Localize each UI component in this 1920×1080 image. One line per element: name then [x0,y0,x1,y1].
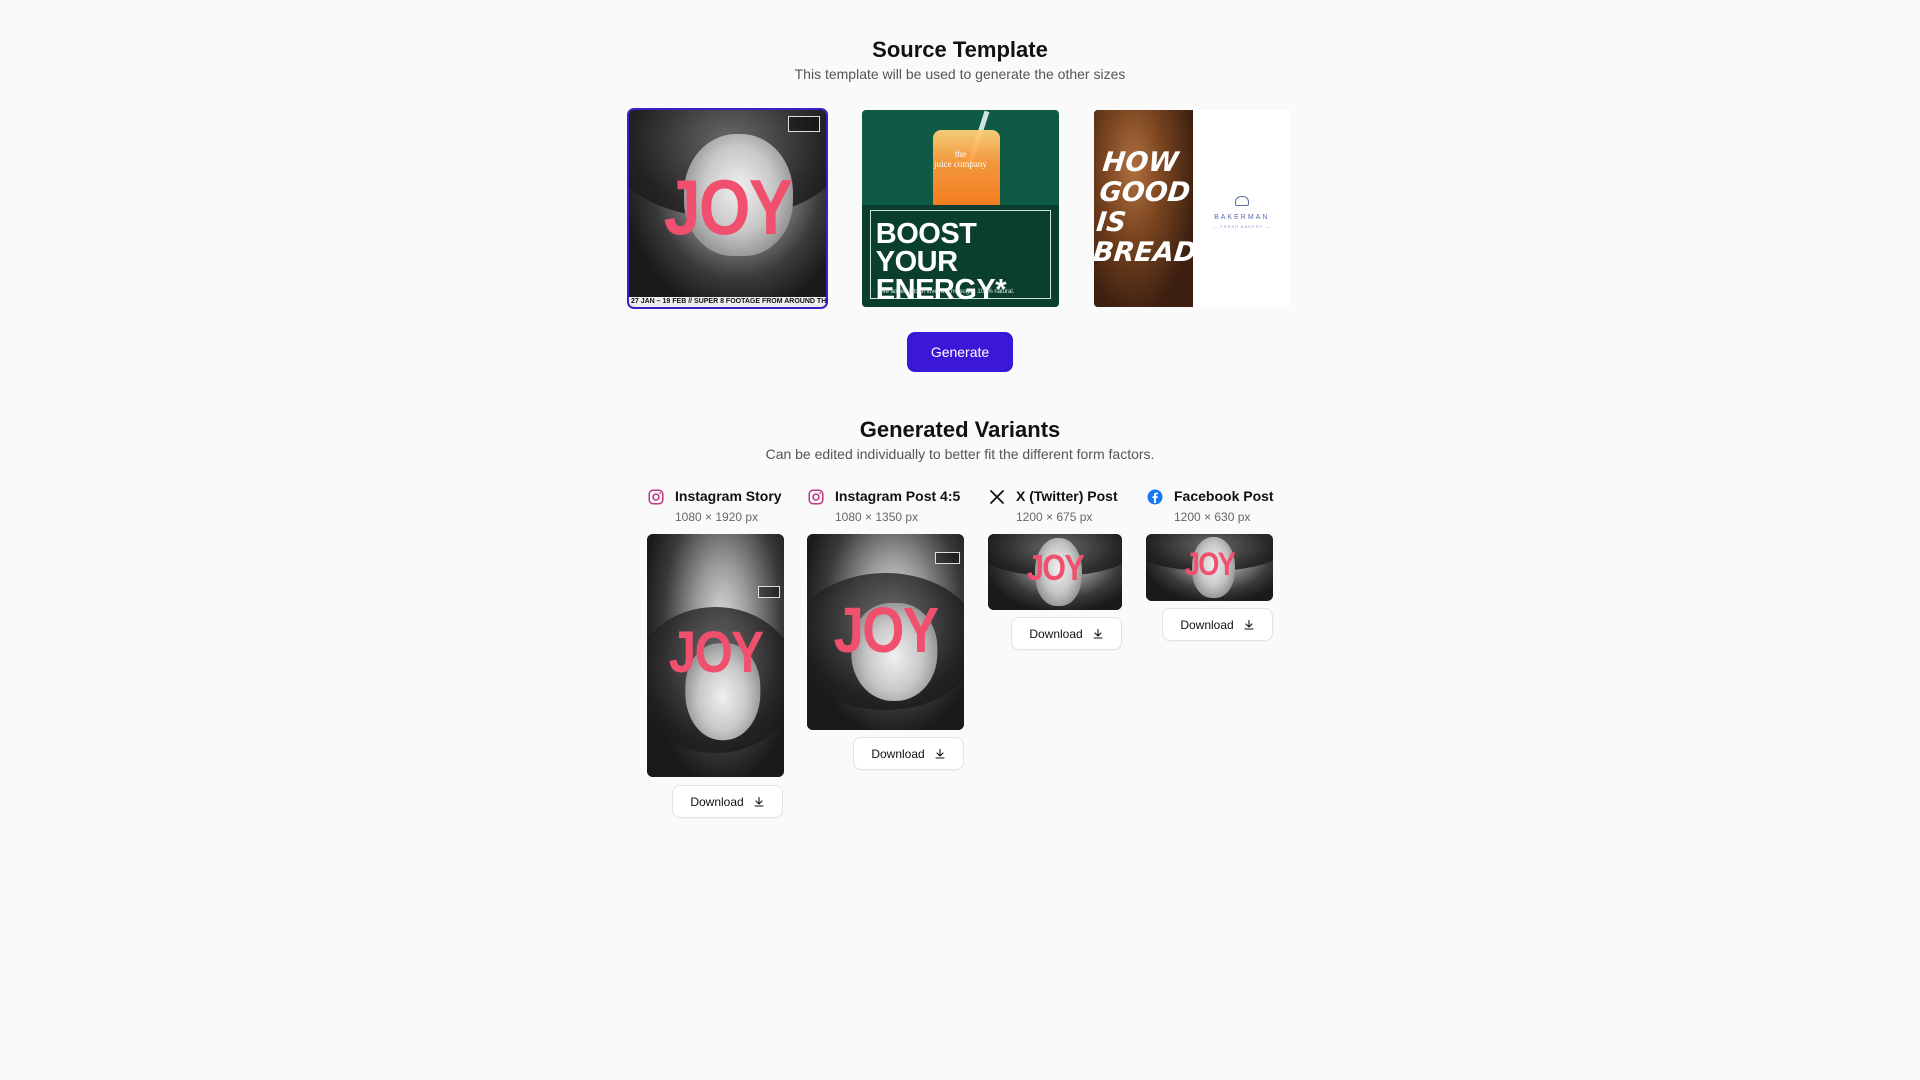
source-template-title: Source Template [872,37,1048,62]
source-template-subtitle: This template will be used to generate t… [794,66,1126,82]
juice-fine-print: *We added lots of love, but no sugar. 10… [877,289,1015,296]
download-label: Download [1029,626,1083,641]
template-juice-image: the juice company BOOST YOUR ENERGY* *We… [862,110,1059,307]
variant-preview[interactable]: JOY [988,534,1122,610]
joy-wordmark: JOY [1184,546,1236,582]
variant-size: 1080 × 1920 px [675,510,759,524]
download-icon [1244,619,1254,630]
bread-brand-panel: BAKERMAN — FRESH BAKERY — [1192,110,1291,307]
variant-x-post: X (Twitter) Post 1200 × 675 px JOY Downl… [988,488,1128,650]
download-label: Download [871,746,925,761]
joy-wordmark: JOY [663,163,793,251]
variant-preview[interactable]: JOY [807,534,964,730]
download-icon [754,796,764,807]
download-label: Download [1180,617,1234,632]
download-button[interactable]: Download [1011,617,1122,650]
variant-instagram-post: Instagram Post 4:5 1080 × 1350 px JOY Do… [807,488,967,788]
template-bread-image: HOW GOOD IS BREAD. [1094,110,1208,307]
generate-button[interactable]: Generate [907,332,1013,372]
variant-platform-name: X (Twitter) Post [1016,488,1118,504]
template-joy-image: JOY 27 JAN – 19 FEB // SUPER 8 FOOTAGE F… [629,110,826,307]
instagram-icon [648,489,664,505]
variant-platform-name: Facebook Post [1174,488,1274,504]
variant-platform-name: Instagram Story [675,488,782,504]
joy-wordmark: JOY [833,594,939,666]
variant-size: 1200 × 630 px [1174,510,1251,524]
variant-instagram-story: Instagram Story 1080 × 1920 px JOY Downl… [647,488,797,828]
joy-wordmark: JOY [668,620,764,685]
download-button[interactable]: Download [1162,608,1273,641]
joy-wordmark: JOY [1026,547,1085,588]
generated-variants-title: Generated Variants [859,417,1061,442]
chef-hat-icon [1234,196,1249,206]
download-label: Download [690,794,744,809]
download-icon [1093,628,1103,639]
variant-size: 1080 × 1350 px [835,510,919,524]
template-juice[interactable]: the juice company BOOST YOUR ENERGY* *We… [862,110,1059,307]
bread-brand-name: BAKERMAN [1214,214,1270,221]
variant-size: 1200 × 675 px [1016,510,1093,524]
download-button[interactable]: Download [672,785,783,818]
joy-footer-text: 27 JAN – 19 FEB // SUPER 8 FOOTAGE FROM … [629,297,826,307]
variant-preview[interactable]: JOY [1146,534,1273,601]
juice-brand: the juice company [934,149,987,170]
variant-platform-name: Instagram Post 4:5 [835,488,961,504]
facebook-icon [1147,489,1163,505]
x-icon [990,490,1004,504]
variant-preview[interactable]: JOY [647,534,784,777]
instagram-icon [808,489,824,505]
generated-variants-subtitle: Can be edited individually to better fit… [765,446,1155,462]
download-icon [935,748,945,759]
download-button[interactable]: Download [853,737,964,770]
template-bread[interactable]: HOW GOOD IS BREAD. BAKERMAN — FRESH BAKE… [1094,110,1291,307]
bread-tagline: — FRESH BAKERY — [1213,224,1271,229]
variant-facebook-post: Facebook Post 1200 × 630 px JOY Download [1146,488,1276,648]
template-joy[interactable]: JOY 27 JAN – 19 FEB // SUPER 8 FOOTAGE F… [627,108,828,309]
